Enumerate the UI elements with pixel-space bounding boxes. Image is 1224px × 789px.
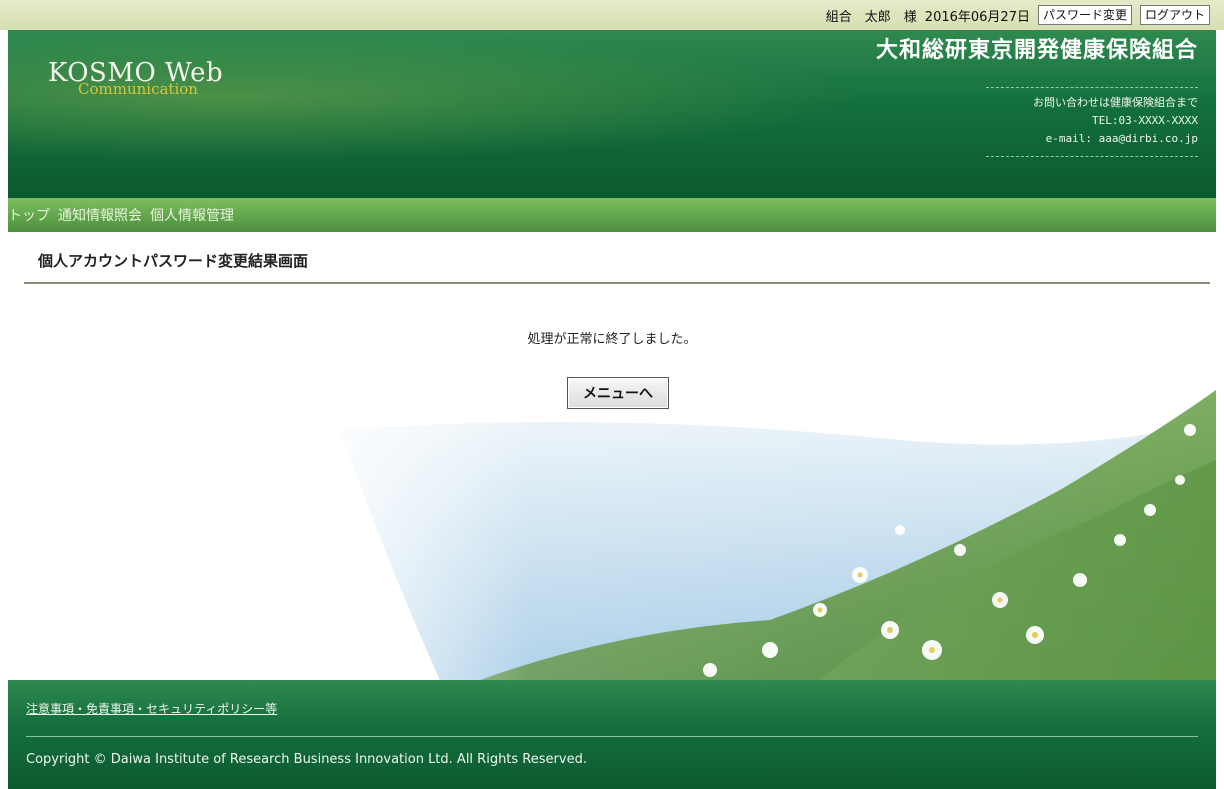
current-date: 2016年06月27日 — [924, 9, 1030, 25]
contact-intro: お問い合わせは健康保険組合まで — [1033, 96, 1198, 109]
logo-sub-text: Communication — [78, 80, 198, 98]
organization-name: 大和総研東京開発健康保険組合 — [875, 38, 1198, 63]
footer-divider — [26, 736, 1198, 737]
nav-item-personal-info[interactable]: 個人情報管理 — [150, 205, 234, 225]
page-title-text: 個人アカウントパスワード変更結果画面 — [38, 251, 309, 270]
kosmo-logo: KOSMO Web Communication — [48, 58, 248, 108]
logout-button[interactable]: ログアウト — [1139, 5, 1210, 25]
user-name: 組合 太郎 様 — [825, 9, 917, 25]
page-title: 個人アカウントパスワード変更結果画面 — [24, 238, 1210, 284]
contact-box: お問い合わせは健康保険組合まで TEL:03-XXXX-XXXX e-mail:… — [986, 87, 1198, 157]
site-header: KOSMO Web Communication 大和総研東京開発健康保険組合 お… — [8, 30, 1216, 198]
nav-item-notification-inquiry[interactable]: 通知情報照会 — [58, 205, 142, 225]
menu-button[interactable]: メニューへ — [567, 377, 669, 409]
footer-policy-link[interactable]: 注意事項・免責事項・セキュリティポリシー等 — [26, 700, 277, 717]
nav-item-top[interactable]: トップ — [8, 205, 50, 225]
result-message: 処理が正常に終了しました。 — [527, 332, 697, 347]
main-nav: トップ 通知情報照会 個人情報管理 — [8, 198, 1216, 232]
site-footer: 注意事項・免責事項・セキュリティポリシー等 Copyright © Daiwa … — [8, 680, 1216, 789]
password-change-button[interactable]: パスワード変更 — [1037, 5, 1132, 25]
landscape-background-image — [300, 370, 1216, 680]
top-user-bar: 組合 太郎 様 2016年06月27日 パスワード変更 ログアウト — [0, 0, 1224, 30]
contact-email: e-mail: aaa@dirbi.co.jp — [1045, 132, 1198, 145]
contact-tel: TEL:03-XXXX-XXXX — [1092, 114, 1198, 127]
user-info: 組合 太郎 様 2016年06月27日 パスワード変更 ログアウト — [826, 5, 1210, 25]
copyright-text: Copyright © Daiwa Institute of Research … — [26, 752, 587, 767]
